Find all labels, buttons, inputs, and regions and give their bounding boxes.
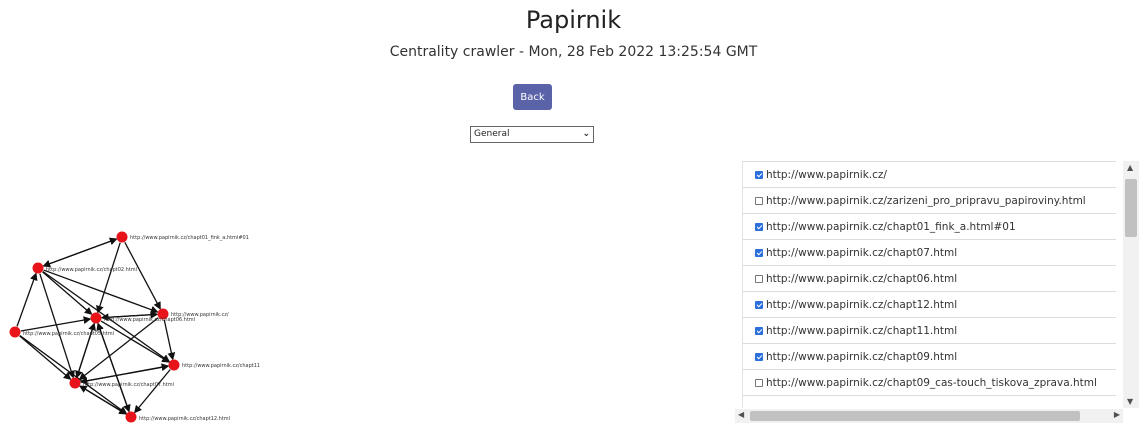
scroll-down-icon[interactable]: ▼ [1127, 397, 1133, 406]
graph-edge [42, 238, 117, 268]
scroll-left-icon[interactable]: ◀ [738, 410, 744, 419]
graph-edge [124, 241, 161, 310]
url-checkbox[interactable] [755, 326, 763, 335]
graph-edge [133, 369, 171, 414]
graph-node-label: http://www.papirnik.cz/chapt02.html [46, 267, 137, 273]
url-list-item[interactable]: http://www.papirnik.cz/chapt09.html [743, 343, 1116, 370]
url-checkbox[interactable] [755, 248, 763, 257]
url-label: http://www.papirnik.cz/ [766, 168, 887, 181]
graph-edge [19, 335, 128, 415]
page-subtitle: Centrality crawler - Mon, 28 Feb 2022 13… [389, 44, 758, 60]
back-button[interactable]: Back [513, 84, 552, 110]
horizontal-scrollbar[interactable]: ◀ ▶ [735, 409, 1123, 423]
url-checkbox[interactable] [755, 196, 763, 205]
graph-node[interactable] [32, 262, 44, 274]
vertical-scroll-thumb[interactable] [1125, 179, 1137, 237]
url-checkbox[interactable] [755, 352, 763, 361]
url-checkbox[interactable] [755, 222, 763, 231]
url-list-item[interactable]: http://www.papirnik.cz/chapt06.html [743, 265, 1116, 292]
graph-node[interactable] [9, 326, 21, 338]
url-checkbox[interactable] [755, 300, 763, 309]
graph-edge [96, 242, 121, 314]
graph-node-label: http://www.papirnik.cz/chapt07.html [83, 382, 174, 388]
graph-node[interactable] [69, 377, 81, 389]
graph-edge [19, 335, 72, 380]
url-list-item[interactable]: http://www.papirnik.cz/ [743, 161, 1116, 188]
url-list-item[interactable]: http://www.papirnik.cz/chapt11.html [743, 317, 1116, 344]
chevron-down-icon: ⌄ [582, 129, 590, 139]
graph-node[interactable] [125, 411, 137, 423]
horizontal-scroll-thumb[interactable] [750, 411, 1080, 421]
url-label: http://www.papirnik.cz/zarizeni_pro_prip… [766, 194, 1086, 207]
graph-node-label: http://www.papirnik.cz/chapt05.html [23, 331, 114, 337]
url-label: http://www.papirnik.cz/chapt07.html [766, 246, 958, 259]
graph-edge [79, 385, 127, 415]
url-label: http://www.papirnik.cz/chapt09.html [766, 350, 958, 363]
url-list-item[interactable]: http://www.papirnik.cz/chapt09_cas-touch… [743, 369, 1116, 396]
graph-node-label: http://www.papirnik.cz/ [171, 312, 229, 318]
view-select-value: General [474, 129, 510, 139]
graph-node[interactable] [90, 312, 102, 324]
url-checkbox[interactable] [755, 274, 763, 283]
view-select[interactable]: General ⌄ [470, 126, 594, 143]
graph-node[interactable] [116, 231, 128, 243]
scroll-right-icon[interactable]: ▶ [1114, 410, 1120, 419]
url-label: http://www.papirnik.cz/chapt12.html [766, 298, 958, 311]
url-list-item[interactable]: http://www.papirnik.cz/zarizeni_pro_prip… [743, 187, 1116, 214]
page-title: Papirnik [525, 6, 622, 34]
url-checkbox[interactable] [755, 378, 763, 387]
url-label: http://www.papirnik.cz/chapt09_cas-touch… [766, 376, 1097, 389]
link-graph[interactable]: http://www.papirnik.cz/chapt01_fink_a.ht… [0, 218, 300, 423]
url-checkbox[interactable] [755, 170, 763, 179]
url-label: http://www.papirnik.cz/chapt06.html [766, 272, 958, 285]
vertical-scrollbar[interactable]: ▲ ▼ [1123, 161, 1139, 408]
url-list-item[interactable]: http://www.papirnik.cz/chapt12.html [743, 291, 1116, 318]
graph-edge [100, 320, 170, 363]
url-list: http://www.papirnik.cz/http://www.papirn… [742, 161, 1116, 408]
url-list-item[interactable]: http://www.papirnik.cz/chapt07.html [743, 239, 1116, 266]
graph-node-label: http://www.papirnik.cz/chapt12.html [139, 416, 230, 422]
url-list-item[interactable]: http://www.papirnik.cz/chapt01_fink_a.ht… [743, 213, 1116, 240]
graph-node-label: http://www.papirnik.cz/chapt01_fink_a.ht… [130, 235, 249, 241]
url-label: http://www.papirnik.cz/chapt11.html [766, 324, 958, 337]
graph-edge [163, 319, 176, 361]
url-label: http://www.papirnik.cz/chapt01_fink_a.ht… [766, 220, 1016, 233]
graph-node-label: http://www.papirnik.cz/chapt11 [182, 363, 260, 369]
graph-edge [16, 272, 38, 327]
scroll-up-icon[interactable]: ▲ [1127, 163, 1133, 172]
graph-node[interactable] [168, 359, 180, 371]
